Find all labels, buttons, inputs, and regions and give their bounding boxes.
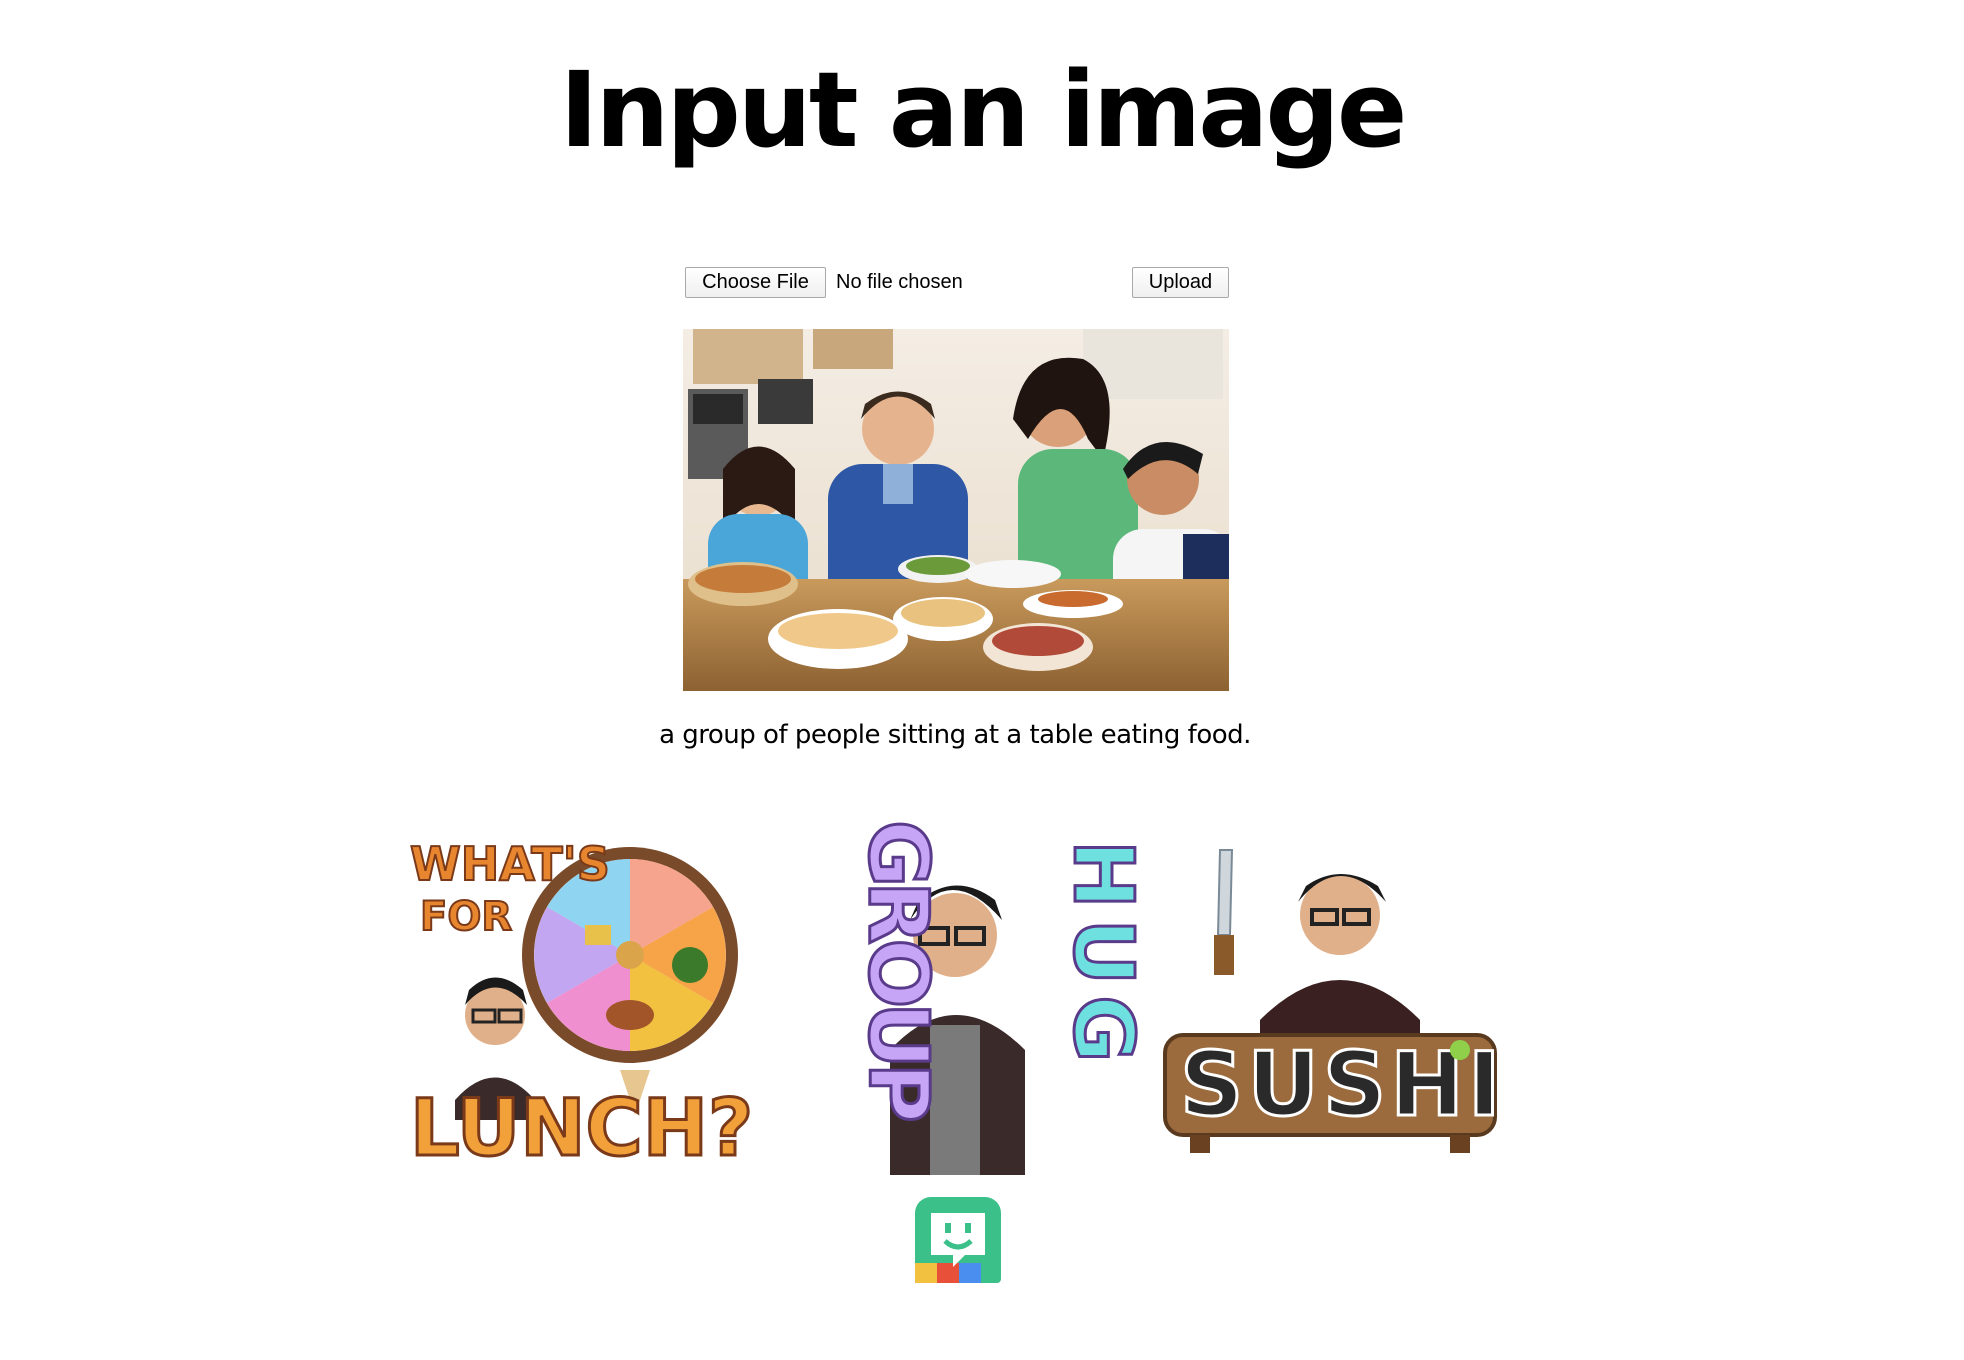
upload-button[interactable]: Upload xyxy=(1132,267,1229,298)
sticker-for-text: FOR xyxy=(420,894,512,940)
file-status-text: No file chosen xyxy=(836,271,963,293)
whats-for-lunch-sticker: WHAT'S FOR LUNCH? xyxy=(405,820,765,1180)
sticker-group-text: GROUP xyxy=(850,820,945,1120)
upload-form: Choose File No file chosen Upload xyxy=(685,267,1229,300)
group-hug-sticker: GROUP HUG xyxy=(780,819,1152,1180)
caption-text: a group of people sitting at a table eat… xyxy=(659,720,1251,750)
sticker-whats-text: WHAT'S xyxy=(410,837,610,891)
bitmoji-logo-icon[interactable] xyxy=(913,1195,1003,1285)
choose-file-button[interactable]: Choose File xyxy=(685,267,826,298)
sticker-hug-text: HUG xyxy=(1055,840,1140,1073)
sushi-sticker: SUSHI xyxy=(1150,820,1510,1180)
page-title: Input an image xyxy=(559,49,1408,171)
sticker-lunch-text: LUNCH? xyxy=(410,1084,753,1174)
uploaded-photo xyxy=(683,329,1229,691)
